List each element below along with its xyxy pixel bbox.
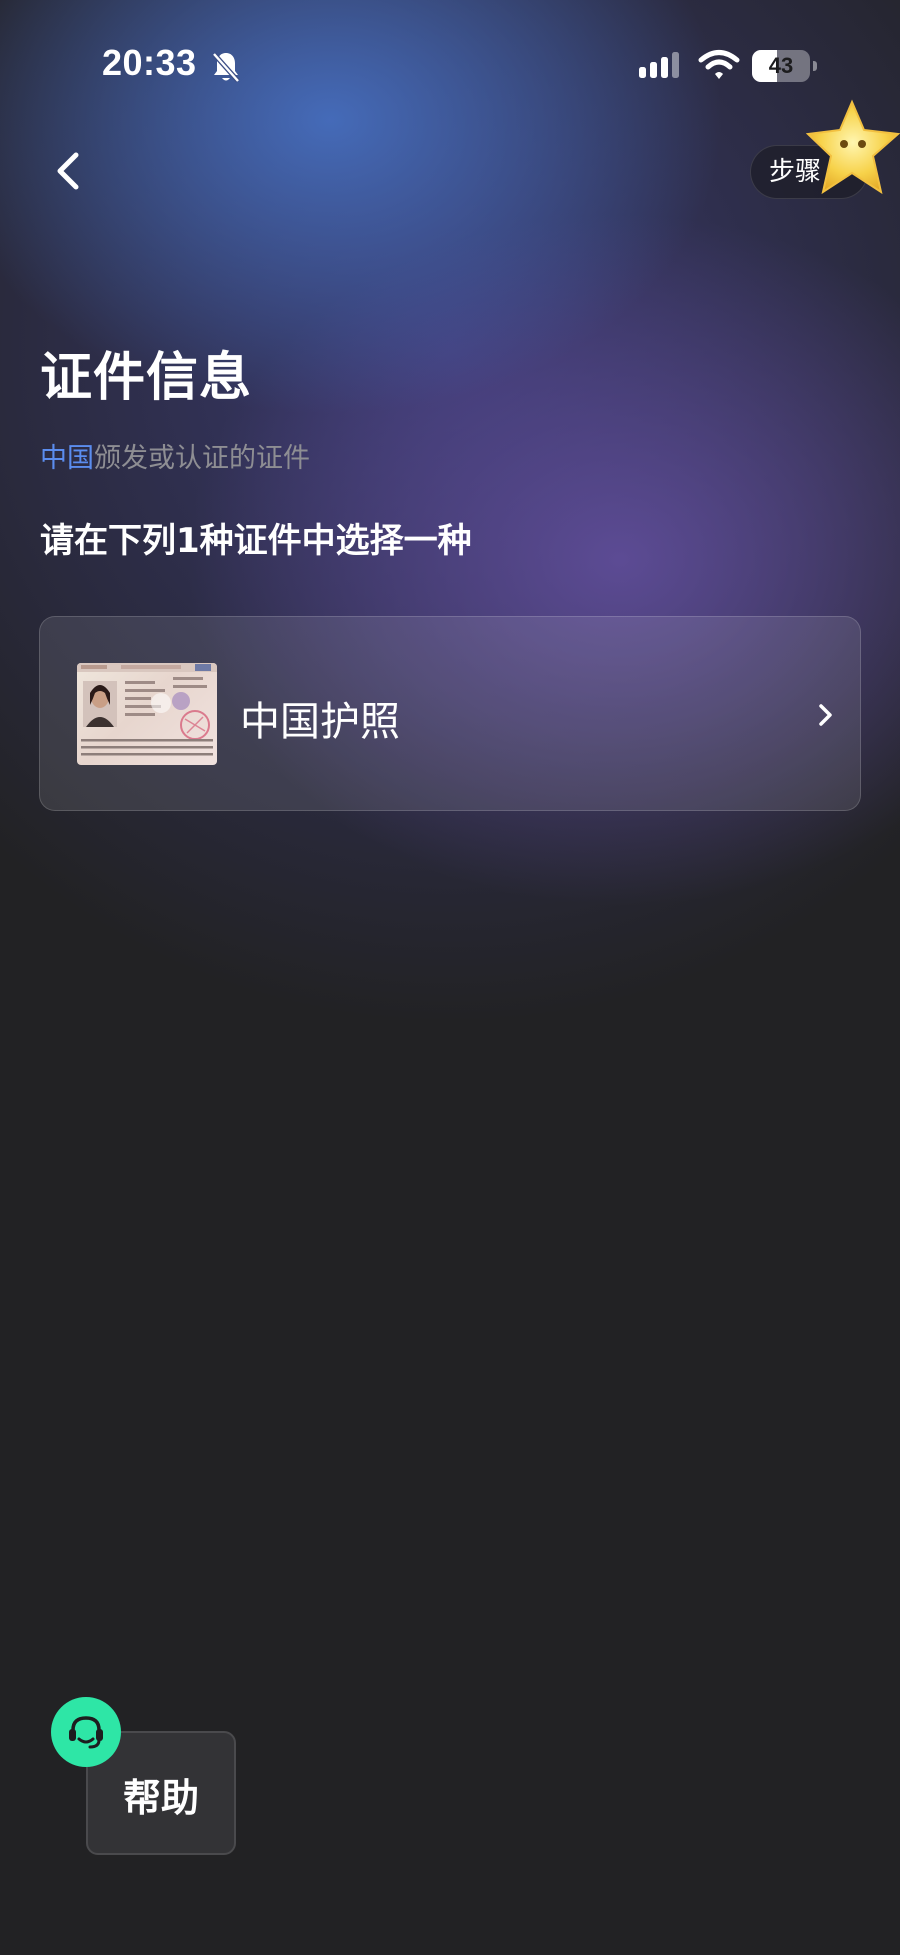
background-gradient xyxy=(0,0,900,1955)
battery-body: 43 xyxy=(752,50,810,82)
subtitle-text: 颁发或认证的证件 xyxy=(94,443,310,474)
document-label: 中国护照 xyxy=(240,699,400,745)
subtitle: 中国颁发或认证的证件 xyxy=(40,436,310,475)
subtitle-country: 中国 xyxy=(40,443,94,474)
passport-image xyxy=(77,663,217,756)
star-icon xyxy=(806,99,900,195)
headset-glyph xyxy=(69,1716,103,1749)
status-bar: 20:33 43 xyxy=(0,0,900,130)
status-time: 20:33 xyxy=(102,42,197,83)
document-option-passport[interactable]: 中国护照 xyxy=(39,616,861,811)
help-label: 帮助 xyxy=(122,1776,199,1820)
chevron-right-icon xyxy=(819,704,832,726)
bell-slash-icon xyxy=(212,52,240,83)
page-title: 证件信息 xyxy=(40,348,253,408)
battery-indicator: 43 xyxy=(752,50,818,82)
headset-icon[interactable] xyxy=(51,1697,121,1767)
battery-cap xyxy=(813,61,817,71)
battery-level: 43 xyxy=(768,53,794,78)
cellular-signal-icon xyxy=(639,52,679,78)
back-button[interactable] xyxy=(40,140,100,200)
chevron-left-icon xyxy=(57,152,79,190)
wifi-icon xyxy=(698,50,740,79)
passport-thumbnail xyxy=(77,663,217,765)
instruction-text: 请在下列1种证件中选择一种 xyxy=(40,521,472,561)
